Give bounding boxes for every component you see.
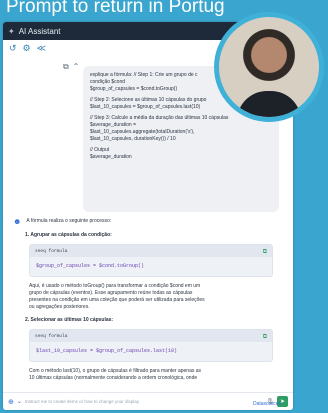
paragraph-line: 10 últimas cápsulas (normalmente conside… (29, 375, 198, 381)
collapse-icon[interactable]: ≪ (37, 43, 46, 54)
user-message-line: $last_10_capsules, durationKey()) / 10 (90, 136, 176, 142)
window-title: AI Assistant (18, 26, 61, 36)
chevron-up-icon[interactable]: ⌃ (73, 62, 80, 72)
attach-icon[interactable]: ⊕ (8, 398, 14, 406)
paragraph-line: ou agregações posteriores. (29, 304, 90, 310)
history-icon[interactable]: ↺ (9, 43, 17, 54)
copy-message-icon[interactable]: ⧉ (63, 62, 69, 72)
assistant-intro-text: A fórmula realiza o seguinte processo: (26, 218, 112, 224)
code-block: seeq formula ⧉ $group_of_capsules = $con… (29, 244, 273, 277)
code-text: $last_10_capsules = $group_of_capsules.l… (36, 348, 178, 354)
paragraph-line: presentes na condição em uma coleção que… (29, 297, 205, 303)
user-message-line: $average_duration (90, 154, 132, 160)
assistant-icon: ✦ (8, 26, 15, 36)
assistant-intro: ☻ A fórmula realiza o seguinte processo: (13, 217, 289, 226)
code-block-header: seeq formula ⧉ (30, 245, 272, 257)
explanation-paragraph: Com o método last(10), o grupo de cápsul… (29, 368, 277, 382)
code-language: seeq formula (35, 248, 68, 254)
datasources-link[interactable]: Datasources (253, 401, 281, 407)
code-language: seeq formula (35, 333, 68, 339)
code-block: seeq formula ⧉ $last_10_capsules = $grou… (29, 329, 273, 362)
bot-icon: ☻ (13, 217, 22, 226)
chat-input-bar: ⊕ ⌄ Instruct me to create items or how t… (3, 392, 293, 410)
code-text: $group_of_capsules = $cond.toGroup() (36, 263, 145, 269)
step-title: 2. Selecionar as últimas 10 cápsulas: (25, 317, 114, 323)
webcam-overlay (214, 12, 324, 122)
user-message-line: $last_10_capsules.aggregate(totalDuratio… (90, 129, 195, 135)
paragraph-line: Aqui, é usado o método toGroup() para tr… (29, 283, 201, 289)
explanation-paragraph: Aqui, é usado o método toGroup() para tr… (29, 283, 277, 311)
code-block-header: seeq formula ⧉ (30, 330, 272, 342)
message-actions: ⧉ ⌃ (63, 62, 79, 72)
user-message-line: // Output (90, 147, 110, 153)
step-title: 1. Agrupar as cápsulas da condição: (25, 232, 112, 238)
chat-input[interactable]: Instruct me to create items or how to ch… (25, 399, 263, 404)
paragraph-line: Com o método last(10), o grupo de cápsul… (29, 368, 202, 374)
assistant-message: ☻ A fórmula realiza o seguinte processo:… (13, 218, 289, 388)
copy-code-icon[interactable]: ⧉ (263, 333, 267, 340)
chevron-down-icon[interactable]: ⌄ (17, 398, 22, 405)
paragraph-line: grupo de cápsulas (eventos). Esse agrupa… (29, 290, 193, 296)
copy-code-icon[interactable]: ⧉ (263, 248, 267, 255)
settings-icon[interactable]: ⚙ (23, 43, 31, 54)
user-message-line: $average_duration = (90, 122, 137, 128)
